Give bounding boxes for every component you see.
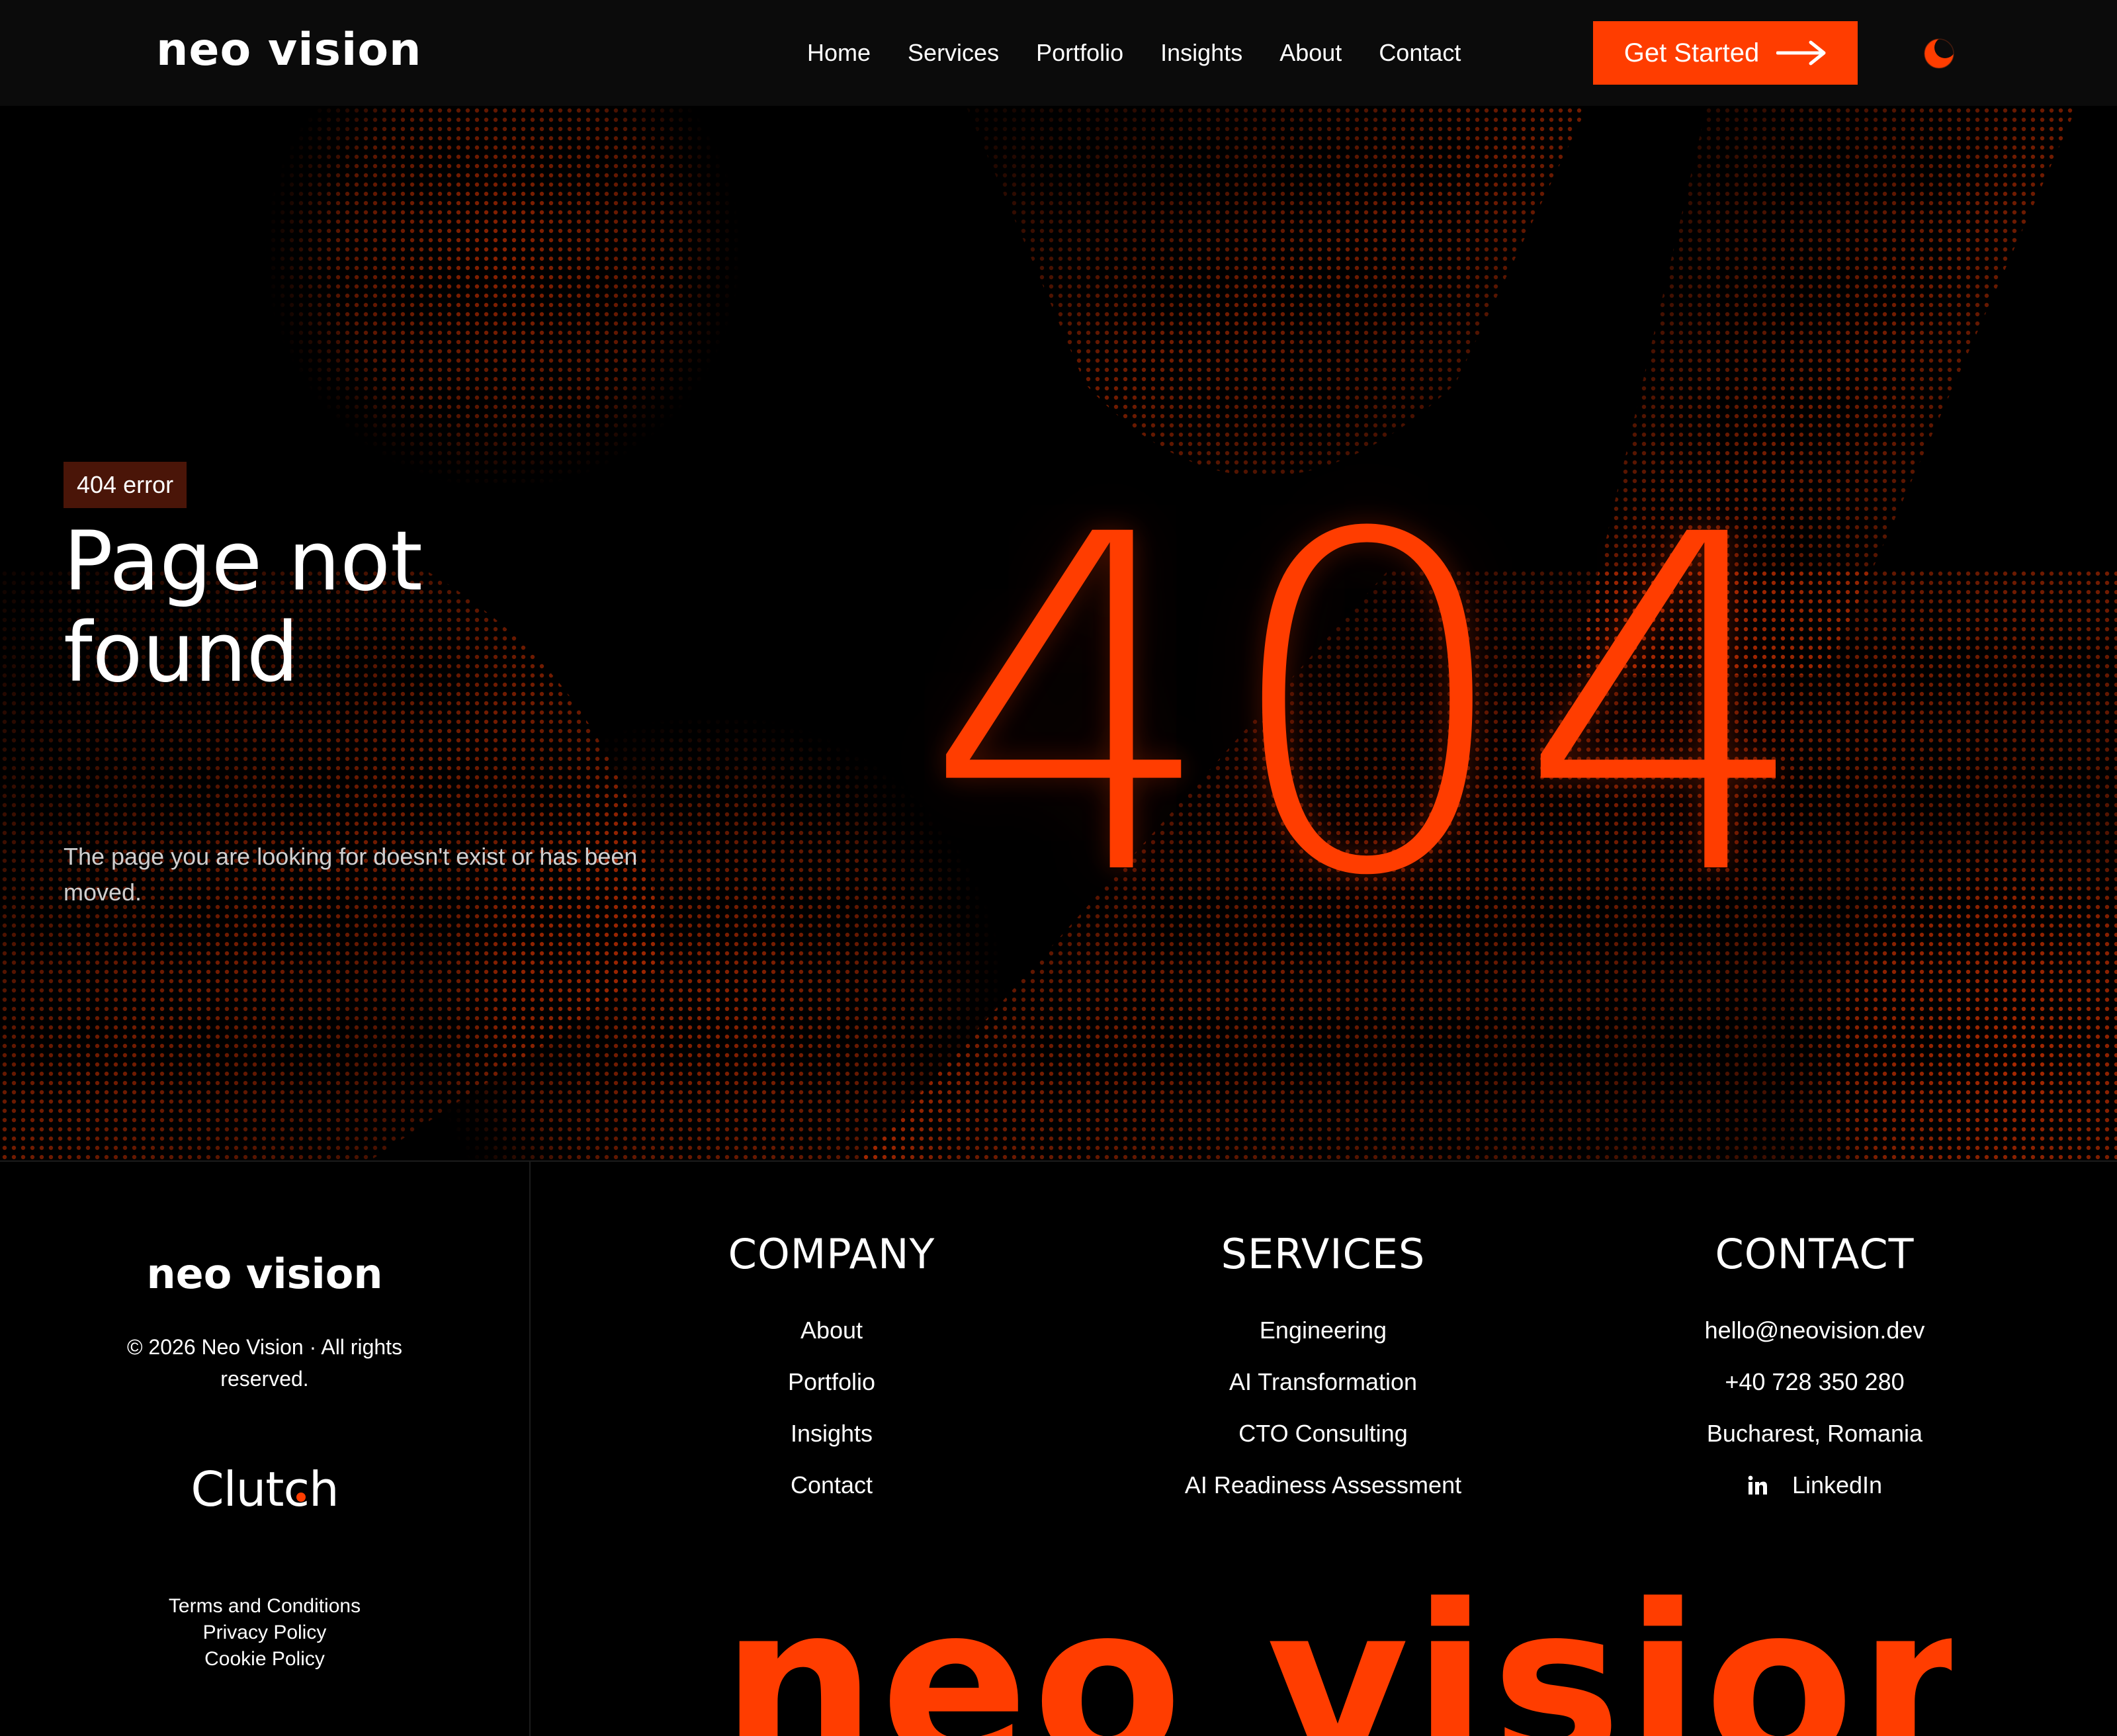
contact-heading: CONTACT <box>1715 1230 1915 1278</box>
main-nav: Home Services Portfolio Insights About C… <box>807 29 1461 77</box>
copyright-text: © 2026 Neo Vision · All rights reserved. <box>126 1335 403 1391</box>
cookie-link[interactable]: Cookie Policy <box>0 1646 529 1672</box>
footer-contact-column: CONTACT hello@neovision.dev +40 728 350 … <box>1583 1228 2046 1522</box>
footer-brand-panel: neo vision © 2026 Neo Vision · All right… <box>0 1162 531 1736</box>
footer-company-column: COMPANY About Portfolio Insights Contact <box>600 1228 1063 1522</box>
moon-icon[interactable] <box>1923 37 1956 70</box>
hero-section: 404 error Page not found The page you ar… <box>0 106 2117 1160</box>
nav-home[interactable]: Home <box>807 29 871 77</box>
nav-contact[interactable]: Contact <box>1379 29 1461 77</box>
site-footer: neo vision © 2026 Neo Vision · All right… <box>0 1160 2117 1736</box>
linkedin-icon <box>1748 1475 1767 1495</box>
nav-portfolio[interactable]: Portfolio <box>1036 29 1123 77</box>
legal-links: Terms and Conditions Privacy Policy Cook… <box>0 1593 529 1672</box>
clutch-wordmark: Clutch <box>191 1461 339 1517</box>
page-title: Page not found <box>64 514 423 701</box>
footer-link-ai-readiness[interactable]: AI Readiness Assessment <box>1092 1470 1555 1500</box>
header-logo[interactable]: neo vision <box>156 24 421 77</box>
footer-link-cto-consulting[interactable]: CTO Consulting <box>1092 1418 1555 1449</box>
footer-link-ai-transformation[interactable]: AI Transformation <box>1092 1367 1555 1397</box>
linkedin-link[interactable]: LinkedIn <box>1747 1470 1882 1500</box>
nav-insights[interactable]: Insights <box>1160 29 1242 77</box>
get-started-label: Get Started <box>1623 38 1760 67</box>
clutch-logo[interactable]: Clutch <box>0 1459 529 1519</box>
services-heading: SERVICES <box>1221 1230 1426 1278</box>
get-started-button[interactable]: Get Started <box>1593 21 1858 85</box>
footer-link-contact[interactable]: Contact <box>600 1470 1063 1500</box>
company-heading: COMPANY <box>728 1230 935 1278</box>
nav-services[interactable]: Services <box>908 29 999 77</box>
footer-logo[interactable]: neo vision <box>0 1248 529 1301</box>
terms-link[interactable]: Terms and Conditions <box>0 1593 529 1620</box>
footer-link-insights[interactable]: Insights <box>600 1418 1063 1449</box>
footer-services-column: SERVICES Engineering AI Transformation C… <box>1092 1228 1555 1522</box>
arrow-right-icon <box>1776 40 1826 65</box>
linkedin-label: LinkedIn <box>1792 1471 1883 1498</box>
footer-wordmark-text: neo vision <box>721 1576 1952 1736</box>
footer-wordmark: neo vision <box>721 1576 1952 1736</box>
clutch-dot-icon <box>296 1493 306 1502</box>
privacy-link[interactable]: Privacy Policy <box>0 1620 529 1646</box>
error-badge: 404 error <box>64 462 187 508</box>
footer-link-engineering[interactable]: Engineering <box>1092 1315 1555 1346</box>
footer-link-about[interactable]: About <box>600 1315 1063 1346</box>
contact-email-link[interactable]: hello@neovision.dev <box>1583 1315 2046 1346</box>
page-subtitle: The page you are looking for doesn't exi… <box>64 843 638 906</box>
contact-location: Bucharest, Romania <box>1706 1420 1923 1447</box>
nav-about[interactable]: About <box>1279 29 1342 77</box>
error-code: 404 <box>923 438 1816 977</box>
site-header: neo vision Home Services Portfolio Insig… <box>0 0 2117 107</box>
contact-phone-link[interactable]: +40 728 350 280 <box>1583 1367 2046 1397</box>
footer-link-portfolio[interactable]: Portfolio <box>600 1367 1063 1397</box>
